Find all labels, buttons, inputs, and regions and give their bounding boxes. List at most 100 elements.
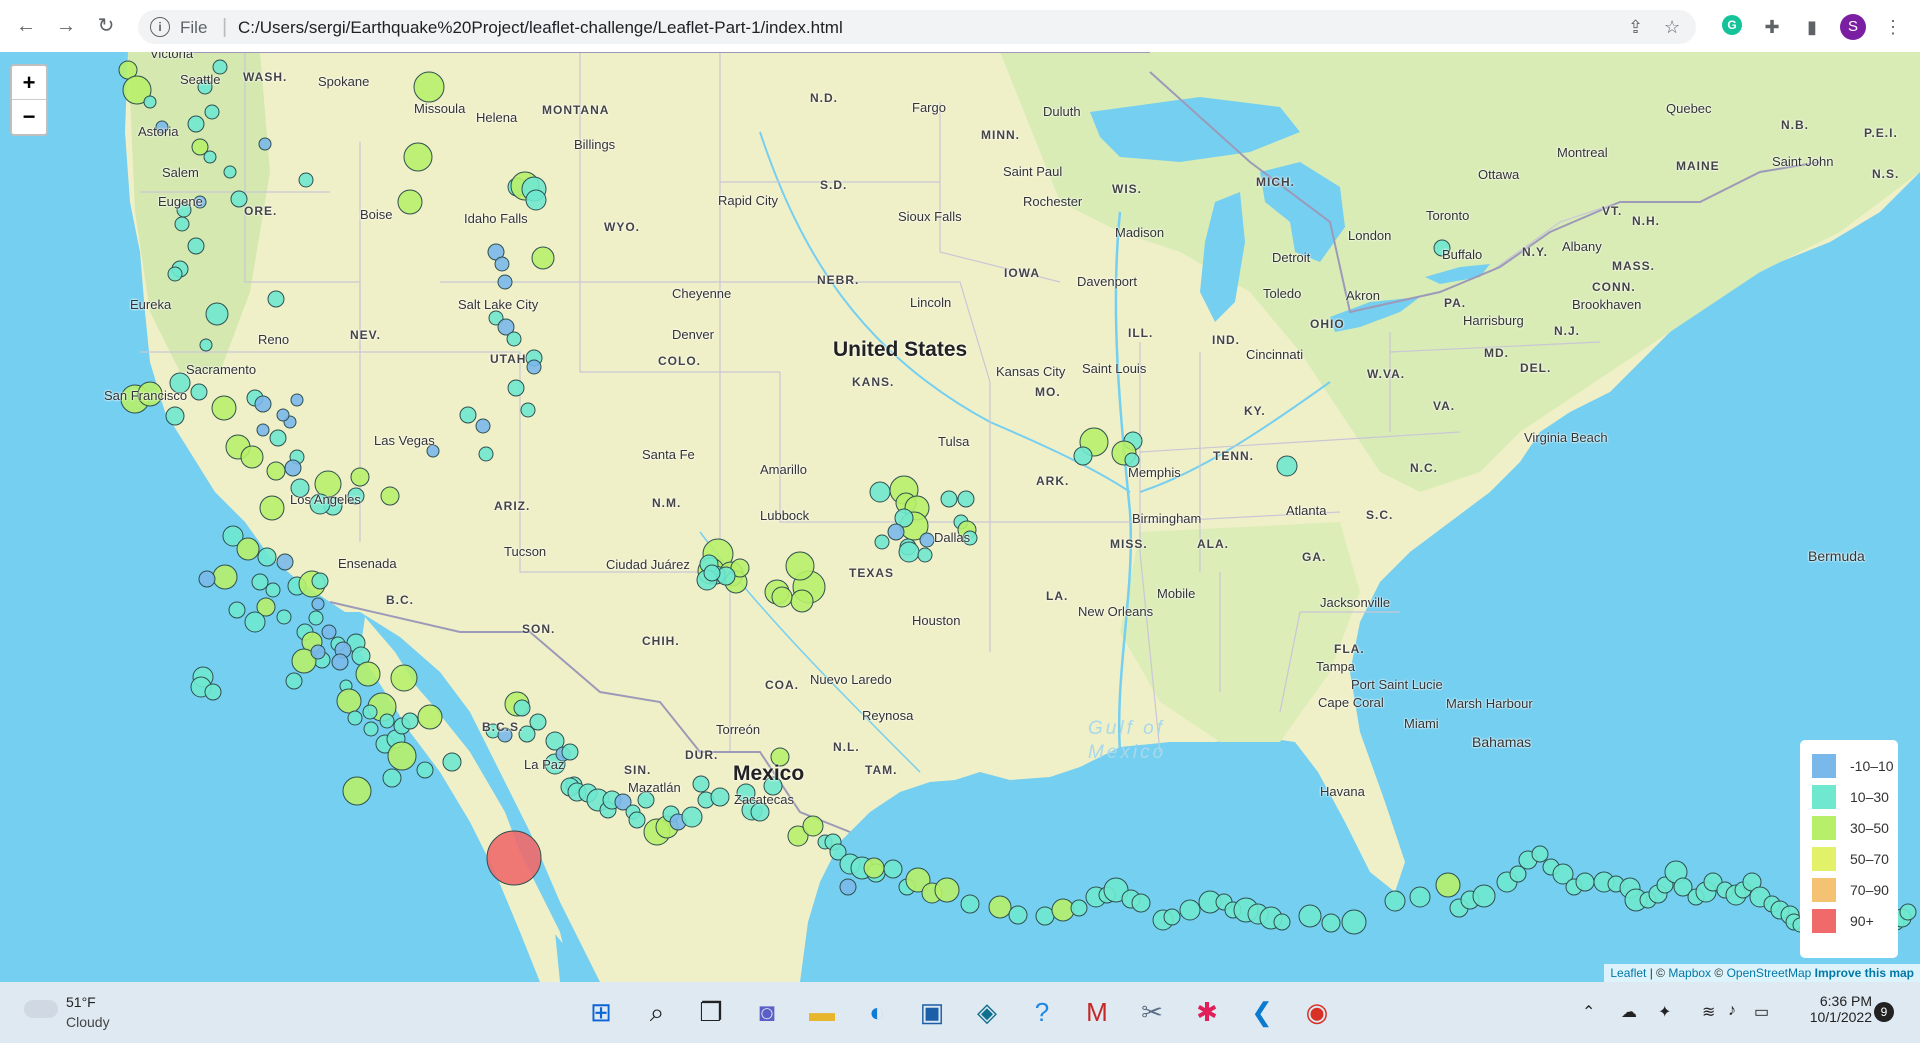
earthquake-marker[interactable] — [403, 142, 433, 172]
earthquake-marker[interactable] — [1899, 903, 1917, 921]
earthquake-marker[interactable] — [957, 490, 975, 508]
earthquake-marker[interactable] — [379, 713, 395, 729]
earthquake-marker[interactable] — [442, 752, 462, 772]
earthquake-marker[interactable] — [266, 461, 286, 481]
earthquake-marker[interactable] — [240, 445, 264, 469]
slack-icon[interactable]: ✱ — [1191, 996, 1223, 1028]
menu-kebab-icon[interactable]: ⋮ — [1880, 14, 1906, 40]
earthquake-marker[interactable] — [204, 683, 222, 701]
earthquake-marker[interactable] — [228, 601, 246, 619]
earthquake-marker[interactable] — [251, 573, 269, 591]
zoom-out-button[interactable]: − — [12, 100, 46, 133]
earthquake-marker[interactable] — [1070, 899, 1088, 917]
share-icon[interactable]: ⇪ — [1628, 17, 1643, 38]
chrome-icon[interactable]: ◉ — [1301, 996, 1333, 1028]
earthquake-marker[interactable] — [1575, 872, 1595, 892]
earthquake-marker[interactable] — [898, 541, 920, 563]
earthquake-marker[interactable] — [254, 395, 272, 413]
earthquake-marker[interactable] — [1472, 884, 1496, 908]
earthquake-marker[interactable] — [397, 189, 423, 215]
earthquake-marker[interactable] — [336, 688, 362, 714]
earthquake-marker[interactable] — [1276, 455, 1298, 477]
earthquake-marker[interactable] — [331, 653, 349, 671]
earthquake-marker[interactable] — [276, 609, 292, 625]
earthquake-marker[interactable] — [506, 331, 522, 347]
earthquake-marker[interactable] — [520, 402, 536, 418]
earthquake-marker[interactable] — [204, 104, 220, 120]
earthquake-marker[interactable] — [531, 246, 555, 270]
earthquake-marker[interactable] — [284, 459, 302, 477]
earthquake-marker[interactable] — [874, 534, 890, 550]
earthquake-marker[interactable] — [174, 216, 190, 232]
mapbox-link[interactable]: Mapbox — [1668, 966, 1711, 980]
earthquake-marker[interactable] — [401, 712, 419, 730]
onedrive-icon[interactable]: ☁ — [1621, 1002, 1637, 1022]
earthquake-marker[interactable] — [526, 359, 542, 375]
earthquake-marker[interactable] — [290, 393, 304, 407]
earthquake-marker[interactable] — [387, 741, 417, 771]
earthquake-marker[interactable] — [1051, 898, 1075, 922]
osm-link[interactable]: OpenStreetMap — [1727, 966, 1812, 980]
earthquake-marker[interactable] — [350, 467, 370, 487]
earthquake-marker[interactable] — [285, 672, 303, 690]
dropbox-icon[interactable]: ✦ — [1658, 1002, 1671, 1022]
earthquake-marker[interactable] — [256, 423, 270, 437]
earthquake-marker[interactable] — [710, 787, 730, 807]
earthquake-marker[interactable] — [917, 547, 933, 563]
system-clock[interactable]: 6:36 PM 10/1/2022 — [1800, 993, 1872, 1025]
earthquake-marker[interactable] — [919, 532, 935, 548]
earthquake-marker[interactable] — [494, 256, 510, 272]
earthquake-marker[interactable] — [1179, 899, 1201, 921]
earthquake-marker[interactable] — [187, 237, 205, 255]
earthquake-marker[interactable] — [276, 553, 294, 571]
earthquake-marker[interactable] — [869, 481, 891, 503]
earthquake-marker[interactable] — [417, 704, 443, 730]
earthquake-marker[interactable] — [347, 710, 363, 726]
windows-start-icon[interactable]: ⊞ — [585, 996, 617, 1028]
earthquake-marker[interactable] — [934, 877, 960, 903]
extensions-puzzle-icon[interactable]: ✚ — [1759, 14, 1785, 40]
earthquake-marker[interactable] — [628, 811, 646, 829]
mcafee-icon[interactable]: M — [1081, 996, 1113, 1028]
earthquake-marker[interactable] — [308, 610, 324, 626]
address-bar[interactable]: i File | C:/Users/sergi/Earthquake%20Pro… — [138, 10, 1696, 44]
earthquake-marker[interactable] — [258, 137, 272, 151]
earthquake-marker[interactable] — [199, 338, 213, 352]
earthquake-marker[interactable] — [362, 704, 378, 720]
earthquake-marker[interactable] — [960, 894, 980, 914]
earthquake-marker[interactable] — [1409, 886, 1431, 908]
earthquake-marker[interactable] — [198, 570, 216, 588]
earthquake-marker[interactable] — [1341, 909, 1367, 935]
earthquake-marker[interactable] — [167, 266, 183, 282]
earthquake-marker[interactable] — [390, 664, 418, 692]
earthquake-marker[interactable] — [1531, 845, 1549, 863]
earthquake-marker[interactable] — [802, 815, 824, 837]
earthquake-marker[interactable] — [267, 290, 285, 308]
earthquake-marker[interactable] — [298, 172, 314, 188]
earthquake-marker[interactable] — [223, 165, 237, 179]
earthquake-marker[interactable] — [265, 582, 281, 598]
zoom-in-button[interactable]: + — [12, 66, 46, 100]
reload-icon[interactable]: ↻ — [94, 14, 118, 38]
app-icon[interactable]: ◈ — [971, 996, 1003, 1028]
earthquake-marker[interactable] — [525, 189, 547, 211]
earthquake-marker[interactable] — [143, 95, 157, 109]
earthquake-marker[interactable] — [1035, 906, 1055, 926]
earthquake-marker[interactable] — [703, 564, 721, 582]
microsoft-store-icon[interactable]: ▣ — [916, 996, 948, 1028]
earthquake-marker[interactable] — [771, 586, 793, 608]
earthquake-marker[interactable] — [355, 661, 381, 687]
earthquake-marker[interactable] — [863, 857, 885, 879]
earthquake-marker[interactable] — [486, 830, 542, 886]
grammarly-extension-icon[interactable]: G — [1719, 14, 1745, 40]
earthquake-marker[interactable] — [459, 406, 477, 424]
earthquake-marker[interactable] — [478, 446, 494, 462]
earthquake-marker[interactable] — [1321, 913, 1341, 933]
earthquake-marker[interactable] — [790, 589, 814, 613]
earthquake-marker[interactable] — [269, 429, 287, 447]
notification-badge[interactable]: 9 — [1874, 1002, 1894, 1022]
earthquake-marker[interactable] — [497, 274, 513, 290]
earthquake-marker[interactable] — [187, 115, 205, 133]
earthquake-marker[interactable] — [416, 761, 434, 779]
earthquake-marker[interactable] — [1435, 872, 1461, 898]
